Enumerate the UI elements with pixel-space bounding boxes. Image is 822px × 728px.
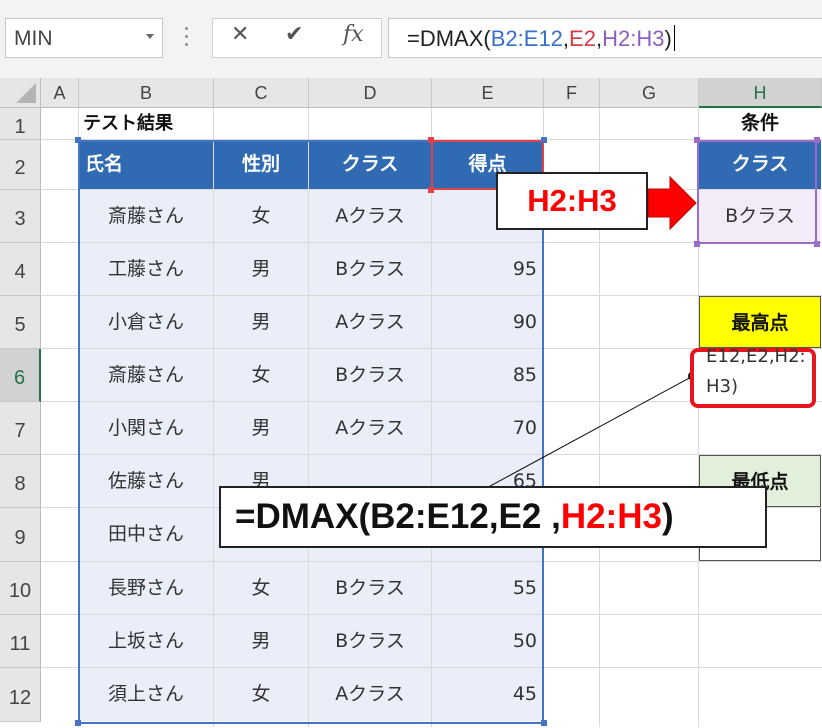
callout-formula: =DMAX(B2:E12,E2 ,H2:H3) bbox=[219, 486, 767, 548]
callout-formula-red: H2:H3 bbox=[560, 497, 662, 536]
arrow-right-icon bbox=[648, 175, 697, 231]
callout-range: H2:H3 bbox=[496, 172, 648, 230]
connector-line bbox=[469, 375, 694, 498]
active-cell-h6-editing[interactable]: E12,E2,H2: H3) bbox=[690, 346, 816, 408]
active-cell-line1: E12,E2,H2: bbox=[706, 346, 806, 367]
callout-formula-black: =DMAX(B2:E12,E2 , bbox=[235, 497, 561, 536]
callout-formula-end: ) bbox=[661, 497, 674, 536]
active-cell-line2: H3) bbox=[706, 376, 739, 397]
